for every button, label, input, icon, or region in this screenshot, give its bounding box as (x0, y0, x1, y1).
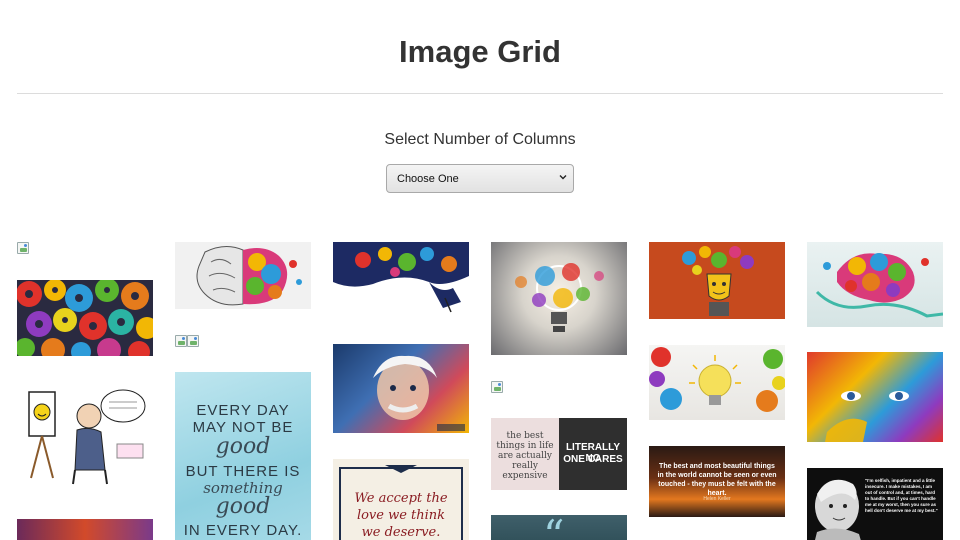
profile-splash-icon (815, 253, 943, 318)
quote-author: Helen Keller (703, 496, 731, 502)
lightbulb-splash-image[interactable] (491, 242, 627, 355)
gears-icon (17, 280, 153, 356)
paper-bulb-icon (649, 347, 785, 412)
broken-image-icon[interactable] (17, 242, 29, 254)
marilyn-quote-image[interactable]: "I'm selfish, impatient and a little ins… (807, 468, 943, 540)
broken-image-icon[interactable] (491, 381, 503, 393)
quote-line: we deserve. (361, 525, 441, 540)
colorful-head-image[interactable] (807, 242, 943, 327)
gears-image[interactable] (17, 280, 153, 356)
cartoon-painter-image[interactable] (17, 378, 153, 488)
broken-image-icon[interactable] (175, 335, 187, 347)
idea-head-icon (682, 246, 754, 316)
columns-select-value: Choose One (397, 172, 459, 185)
colorful-image[interactable] (17, 519, 153, 540)
quote-line: expensive (502, 471, 548, 481)
sunset-quote-image[interactable]: The best and most beautiful things in th… (649, 446, 785, 517)
divider (17, 93, 943, 94)
literally-quote-image[interactable]: LITERALLY NO ONE CARES (559, 418, 627, 490)
quote-line: ONE CARES (563, 454, 623, 465)
splash-head-image[interactable] (333, 242, 469, 315)
creative-head-image[interactable] (649, 242, 785, 319)
chevron-down-icon (559, 175, 567, 180)
quote-line: are actually (498, 451, 552, 461)
portrait-icon (373, 355, 465, 431)
love-quote-image[interactable]: We accept the love we think we deserve. (333, 459, 469, 540)
quote-line: love we think (356, 508, 446, 523)
painted-face-image[interactable] (807, 352, 943, 442)
quote-line: good (215, 494, 271, 519)
quote-line: things in life (496, 441, 554, 451)
quote-text: "I'm selfish, impatient and a little ins… (865, 478, 938, 513)
painted-face-icon (825, 391, 909, 442)
quote-line: the best (506, 431, 544, 441)
best-things-quote-image[interactable]: the best things in life are actually rea… (491, 418, 559, 490)
quote-line: We accept the (354, 491, 448, 506)
quote-mark-image[interactable]: “ (491, 515, 627, 540)
quote-line: good (215, 434, 271, 459)
quote-mark: “ (543, 515, 565, 540)
brain-image[interactable] (175, 242, 311, 309)
ornament-icon (385, 465, 417, 473)
quote-line: BUT THERE IS (185, 463, 301, 480)
every-day-quote-image[interactable]: EVERY DAY MAY NOT BE good BUT THERE IS s… (175, 372, 311, 540)
page-title: Image Grid (399, 34, 561, 69)
paper-bulb-image[interactable] (649, 345, 785, 420)
broken-image-icon[interactable] (187, 335, 199, 347)
quote-line: really (512, 461, 538, 471)
quote-line: EVERY DAY (196, 402, 290, 419)
columns-label: Select Number of Columns (384, 131, 576, 148)
quote-text: The best and most beautiful things in th… (657, 463, 777, 497)
brain-icon (196, 246, 302, 306)
splash-icon (333, 242, 469, 313)
cartoon-icon (28, 389, 146, 485)
columns-select[interactable]: Choose One (386, 164, 574, 193)
lightbulb-icon (515, 263, 604, 332)
quote-line: IN EVERY DAY. (183, 522, 303, 539)
einstein-art-image[interactable] (333, 344, 469, 433)
